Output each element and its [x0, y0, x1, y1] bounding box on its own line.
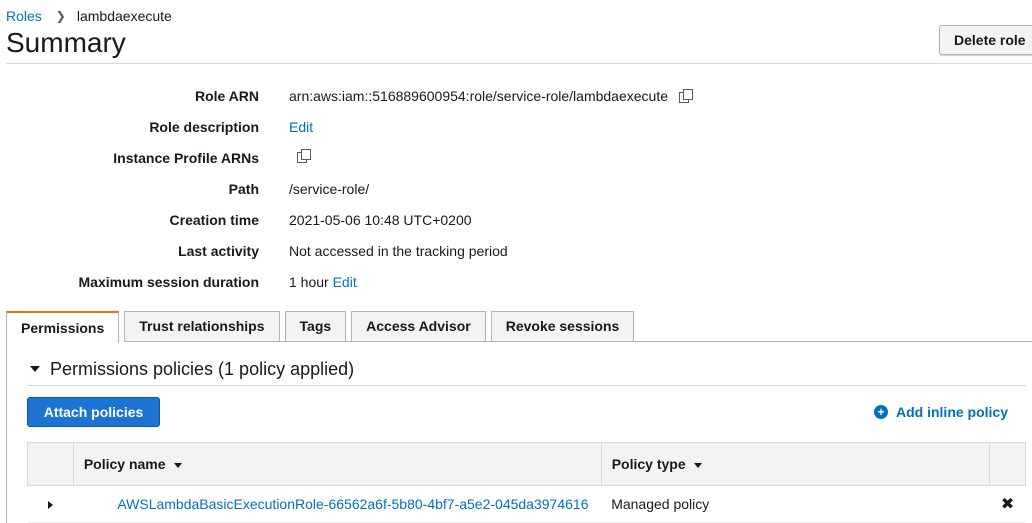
actions-column-header [989, 442, 1026, 486]
tab-tags[interactable]: Tags [284, 311, 347, 341]
add-inline-policy-link[interactable]: + Add inline policy [874, 403, 1008, 421]
policy-name-link[interactable]: AWSLambdaBasicExecutionRole-66562a6f-5b8… [117, 496, 588, 512]
summary-row-max-session: Maximum session duration 1 hour Edit [0, 272, 1032, 292]
attach-policies-button[interactable]: Attach policies [27, 397, 160, 427]
remove-cell: ✖ [989, 485, 1026, 523]
add-inline-policy-label: Add inline policy [896, 404, 1009, 420]
policy-name-column-header[interactable]: Policy name [72, 442, 602, 486]
role-arn-value: arn:aws:iam::516889600954:role/service-r… [289, 88, 668, 104]
plus-circle-icon: + [874, 405, 888, 419]
section-title: Permissions policies (1 policy applied) [50, 358, 355, 379]
tab-revoke-sessions[interactable]: Revoke sessions [490, 311, 635, 341]
breadcrumb-roles-link[interactable]: Roles [6, 8, 42, 24]
summary-row-role-description: Role description Edit [0, 117, 1032, 137]
delete-role-button[interactable]: Delete role [939, 25, 1032, 55]
page-title: Summary [6, 27, 126, 58]
tab-bar: Permissions Trust relationships Tags Acc… [6, 311, 639, 343]
expand-caret-icon[interactable] [47, 501, 53, 509]
sort-caret-icon [173, 462, 182, 468]
role-arn-label: Role ARN [194, 88, 259, 104]
close-icon[interactable]: ✖ [1001, 496, 1014, 513]
copy-icon[interactable] [296, 148, 312, 164]
table-header-row: Policy name Policy type [27, 442, 1026, 486]
max-session-value: 1 hour [289, 274, 329, 290]
caret-down-icon [30, 366, 40, 372]
copy-icon[interactable] [678, 88, 694, 104]
policy-name-cell: AWSLambdaBasicExecutionRole-66562a6f-5b8… [73, 485, 602, 523]
section-divider [27, 385, 1026, 386]
summary-row-role-arn: Role ARN arn:aws:iam::516889600954:role/… [0, 86, 1032, 106]
path-label: Path [228, 181, 259, 197]
policy-name-header-label: Policy name [83, 456, 166, 472]
tab-access-advisor[interactable]: Access Advisor [351, 311, 486, 341]
role-description-edit-link[interactable]: Edit [289, 117, 313, 137]
summary-row-last-activity: Last activity Not accessed in the tracki… [0, 241, 1032, 261]
instance-profile-label: Instance Profile ARNs [113, 150, 259, 166]
sort-caret-icon [693, 462, 702, 468]
chevron-right-icon: ❯ [55, 9, 66, 23]
max-session-edit-link[interactable]: Edit [333, 272, 357, 292]
policy-type-header-label: Policy type [611, 456, 686, 472]
tab-permissions[interactable]: Permissions [6, 311, 120, 343]
breadcrumb-current: lambdaexecute [76, 8, 172, 24]
role-description-label: Role description [149, 119, 259, 135]
breadcrumb: Roles ❯ lambdaexecute [6, 7, 172, 25]
header-divider [6, 63, 1032, 64]
expand-cell[interactable] [27, 485, 74, 523]
expand-column-header [27, 442, 74, 486]
tab-trust-relationships[interactable]: Trust relationships [124, 311, 280, 341]
creation-time-label: Creation time [169, 212, 259, 228]
last-activity-value: Not accessed in the tracking period [289, 243, 508, 259]
summary-row-instance-profile: Instance Profile ARNs [0, 148, 1032, 168]
policy-table: Policy name Policy type AWSLambdaBasicEx… [27, 442, 1026, 523]
permissions-section-header[interactable]: Permissions policies (1 policy applied) [30, 358, 354, 380]
last-activity-label: Last activity [178, 243, 259, 259]
table-row: AWSLambdaBasicExecutionRole-66562a6f-5b8… [27, 485, 1026, 523]
policy-type-cell: Managed policy [601, 485, 990, 523]
path-value: /service-role/ [289, 181, 370, 197]
creation-time-value: 2021-05-06 10:48 UTC+0200 [289, 212, 472, 228]
summary-row-path: Path /service-role/ [0, 179, 1032, 199]
summary-row-creation-time: Creation time 2021-05-06 10:48 UTC+0200 [0, 210, 1032, 230]
max-session-label: Maximum session duration [78, 274, 259, 290]
policy-type-column-header[interactable]: Policy type [600, 442, 991, 486]
